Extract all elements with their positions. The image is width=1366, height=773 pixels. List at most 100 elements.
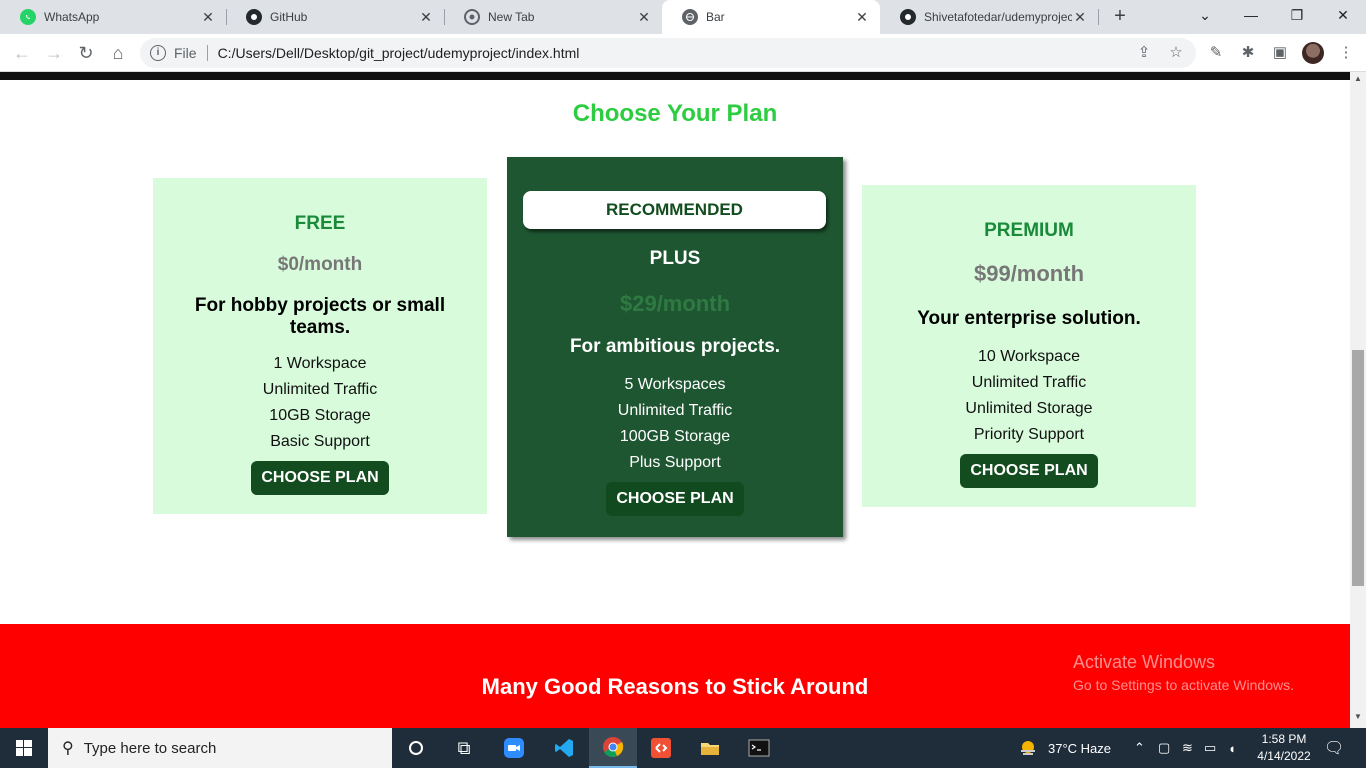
file-explorer-icon[interactable] — [686, 728, 734, 768]
cortana-icon[interactable] — [392, 728, 440, 768]
plan-price: $99/month — [973, 261, 1085, 286]
tab-label: GitHub — [270, 10, 308, 24]
bookmark-star-icon[interactable]: ☆ — [1164, 41, 1188, 65]
system-clock[interactable]: 1:58 PM 4/14/2022 — [1252, 731, 1316, 765]
wifi-icon[interactable]: ≋ — [1182, 728, 1193, 768]
task-view-icon[interactable]: ⧉ — [440, 728, 488, 768]
taskbar-search[interactable]: ⚲ Type here to search — [48, 728, 392, 768]
plan-card-plus: RECOMMENDED PLUS $29/month For ambitious… — [507, 157, 843, 537]
plan-price: $0/month — [277, 254, 363, 275]
search-placeholder: Type here to search — [83, 739, 217, 757]
close-tab-icon[interactable]: ✕ — [854, 9, 870, 26]
tab-bar[interactable]: Bar ✕ — [662, 0, 880, 34]
whatsapp-icon — [20, 9, 36, 25]
tab-github[interactable]: GitHub ✕ — [226, 0, 444, 34]
meet-now-icon[interactable]: ▢ — [1158, 728, 1170, 768]
github-icon — [246, 9, 262, 25]
watermark-line2: Go to Settings to activate Windows. — [1073, 677, 1294, 693]
close-tab-icon[interactable]: ✕ — [636, 9, 652, 26]
feature-item: Plus Support — [629, 454, 721, 471]
chrome-icon — [464, 9, 480, 25]
globe-icon — [682, 9, 698, 25]
plan-name: PLUS — [649, 248, 701, 269]
tab-new-tab[interactable]: New Tab ✕ — [444, 0, 662, 34]
plan-card-free: FREE $0/month For hobby projects or smal… — [153, 178, 487, 514]
page-content: Choose Your Plan FREE $0/month For hobby… — [0, 72, 1350, 728]
tab-label: New Tab — [488, 10, 535, 24]
profile-avatar[interactable] — [1302, 42, 1324, 64]
feature-item: Unlimited Storage — [965, 400, 1093, 417]
tab-search-icon[interactable]: ⌄ — [1182, 0, 1228, 30]
feature-list: 5 Workspaces Unlimited Traffic 100GB Sto… — [507, 372, 843, 476]
feature-item: Priority Support — [973, 426, 1085, 443]
chrome-taskbar-icon[interactable] — [589, 728, 637, 768]
notifications-icon[interactable]: 🗨 — [1324, 728, 1344, 768]
windows-taskbar: ⚲ Type here to search ⧉ 37°C Haze ⌃ ▢ ≋ … — [0, 728, 1366, 768]
side-panel-icon[interactable]: ▣ — [1268, 41, 1292, 65]
recommended-badge: RECOMMENDED — [523, 191, 826, 229]
info-icon[interactable]: i — [150, 45, 166, 61]
share-icon[interactable]: ⇪ — [1132, 41, 1156, 65]
close-tab-icon[interactable]: ✕ — [1072, 9, 1088, 26]
weather-widget[interactable]: 37°C Haze — [1018, 728, 1111, 768]
haze-weather-icon — [1021, 741, 1035, 755]
new-tab-button[interactable]: + — [1108, 4, 1132, 28]
start-button[interactable] — [0, 728, 48, 768]
choose-plan-button[interactable]: CHOOSE PLAN — [606, 482, 744, 516]
back-icon[interactable]: ← — [10, 41, 34, 65]
tab-label: Shivetafotedar/udemyproject — [924, 10, 1072, 24]
weather-text: 37°C Haze — [1048, 740, 1112, 756]
windows-logo-icon — [16, 740, 32, 756]
feature-item: Unlimited Traffic — [971, 374, 1087, 391]
plan-description: Your enterprise solution. — [917, 308, 1141, 329]
feature-item: Unlimited Traffic — [262, 381, 378, 398]
clock-time: 1:58 PM — [1261, 732, 1307, 746]
clock-date: 4/14/2022 — [1257, 749, 1311, 763]
choose-plan-button[interactable]: CHOOSE PLAN — [251, 461, 389, 495]
show-hidden-icons-icon[interactable]: ⌃ — [1134, 728, 1145, 768]
tab-divider — [1098, 9, 1099, 25]
reload-icon[interactable]: ↻ — [74, 41, 98, 65]
feature-item: Unlimited Traffic — [617, 402, 733, 419]
minimize-button[interactable]: — — [1228, 0, 1274, 30]
address-bar[interactable]: i File C:/Users/Dell/Desktop/git_project… — [140, 38, 1196, 68]
feature-list: 1 Workspace Unlimited Traffic 10GB Stora… — [153, 351, 487, 455]
scroll-down-arrow-icon[interactable]: ▼ — [1354, 712, 1362, 721]
github-icon — [900, 9, 916, 25]
volume-icon[interactable]: ◖ — [1228, 728, 1236, 768]
scroll-thumb[interactable] — [1352, 350, 1364, 586]
scroll-up-arrow-icon[interactable]: ▲ — [1354, 74, 1362, 83]
watermark-line1: Activate Windows — [1073, 652, 1216, 672]
plan-description: For hobby projects or small teams. — [194, 295, 446, 338]
eyedropper-icon[interactable]: ✎ — [1204, 41, 1228, 65]
close-tab-icon[interactable]: ✕ — [418, 9, 434, 26]
terminal-icon[interactable] — [735, 728, 783, 768]
tab-label: WhatsApp — [44, 10, 100, 24]
feature-item: 5 Workspaces — [624, 376, 726, 393]
choose-plan-button[interactable]: CHOOSE PLAN — [960, 454, 1098, 488]
close-window-button[interactable]: ✕ — [1320, 0, 1366, 30]
git-app-icon[interactable] — [637, 728, 685, 768]
menu-kebab-icon[interactable]: ⋮ — [1334, 41, 1358, 65]
tab-whatsapp[interactable]: WhatsApp ✕ — [0, 0, 226, 34]
forward-icon[interactable]: → — [42, 41, 66, 65]
tab-github-repo[interactable]: Shivetafotedar/udemyproject ✕ — [880, 0, 1098, 34]
restore-button[interactable]: ❐ — [1274, 0, 1320, 30]
battery-icon[interactable]: ▭ — [1204, 728, 1216, 768]
activate-windows-watermark: Activate Windows Go to Settings to activ… — [1073, 652, 1294, 693]
plan-card-premium: PREMIUM $99/month Your enterprise soluti… — [862, 185, 1196, 507]
plan-description: For ambitious projects. — [569, 336, 781, 357]
feature-item: 10 Workspace — [978, 348, 1080, 365]
feature-item: 1 Workspace — [273, 355, 367, 372]
feature-item: 10GB Storage — [269, 407, 371, 424]
extensions-icon[interactable]: ✱ — [1236, 41, 1260, 65]
vscode-icon[interactable] — [540, 728, 588, 768]
home-icon[interactable]: ⌂ — [106, 41, 130, 65]
tab-strip: WhatsApp ✕ GitHub ✕ New Tab ✕ Bar ✕ Shiv… — [0, 0, 1366, 34]
zoom-icon[interactable] — [490, 728, 538, 768]
plan-price: $29/month — [619, 291, 731, 316]
close-tab-icon[interactable]: ✕ — [200, 9, 216, 26]
plan-name: PREMIUM — [984, 220, 1074, 241]
page-scrollbar[interactable]: ▲ ▼ — [1350, 72, 1366, 728]
url-text[interactable]: C:/Users/Dell/Desktop/git_project/udemyp… — [218, 45, 580, 61]
